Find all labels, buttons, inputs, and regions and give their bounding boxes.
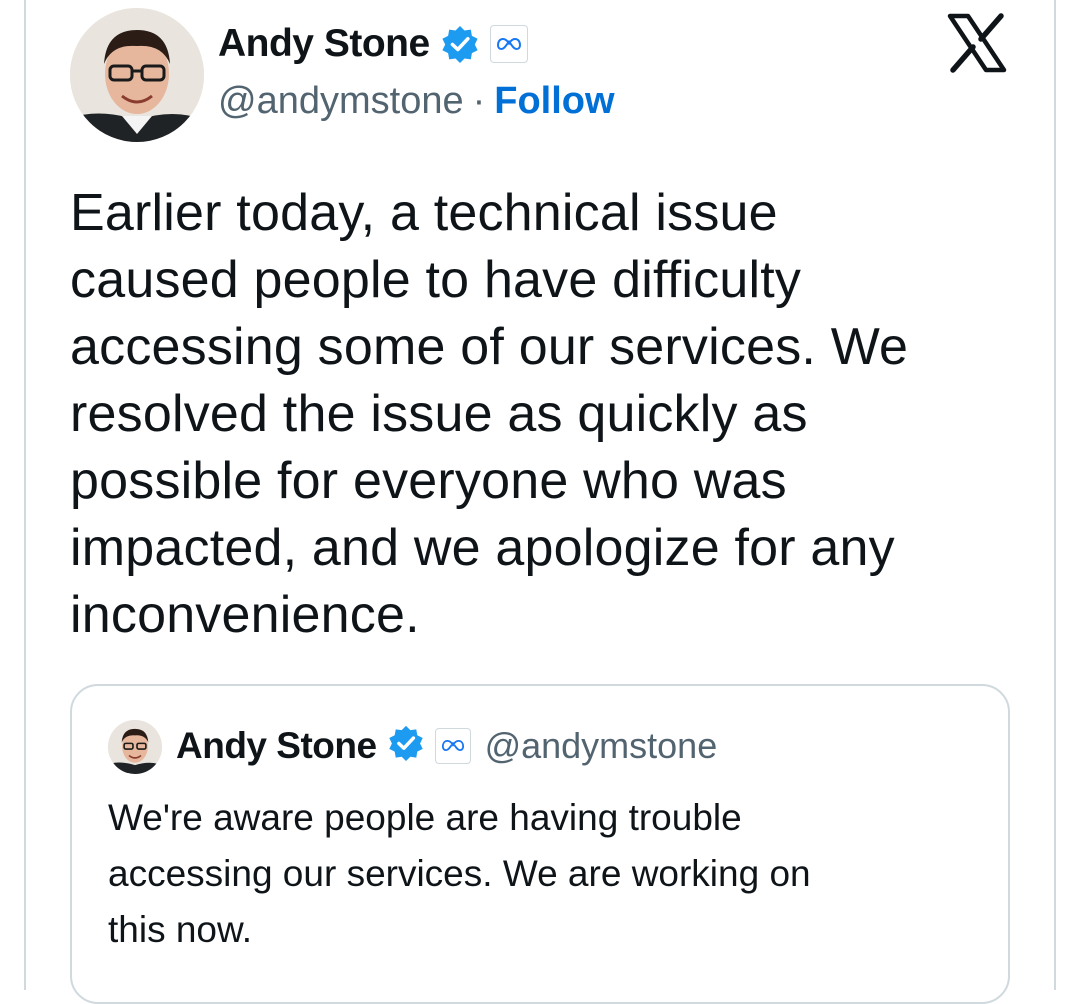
author-name[interactable]: Andy Stone [218, 22, 430, 66]
author-handle[interactable]: @andymstone [218, 80, 464, 123]
author-name-row: Andy Stone [218, 22, 528, 66]
quoted-tweet[interactable]: Andy Stone @andymstone We're aware peopl… [70, 684, 1010, 1004]
quoted-author-avatar[interactable] [108, 720, 162, 774]
author-avatar[interactable] [70, 8, 204, 142]
separator-dot: · [472, 80, 486, 122]
x-logo-icon[interactable] [946, 12, 1008, 74]
follow-button[interactable]: Follow [494, 80, 614, 123]
verified-badge-icon [440, 24, 480, 64]
meta-logo-icon [434, 727, 471, 764]
verified-badge-icon [387, 724, 425, 767]
quoted-author-handle: @andymstone [484, 724, 718, 766]
author-handle-row: @andymstone · Follow [218, 80, 615, 123]
quoted-tweet-text: We're aware people are having trouble ac… [108, 797, 811, 950]
meta-logo-icon [489, 25, 528, 63]
quoted-author-row: Andy Stone @andymstone [176, 724, 717, 767]
quoted-author-name: Andy Stone [176, 724, 377, 766]
tweet-text: Earlier today, a technical issue caused … [70, 184, 909, 644]
